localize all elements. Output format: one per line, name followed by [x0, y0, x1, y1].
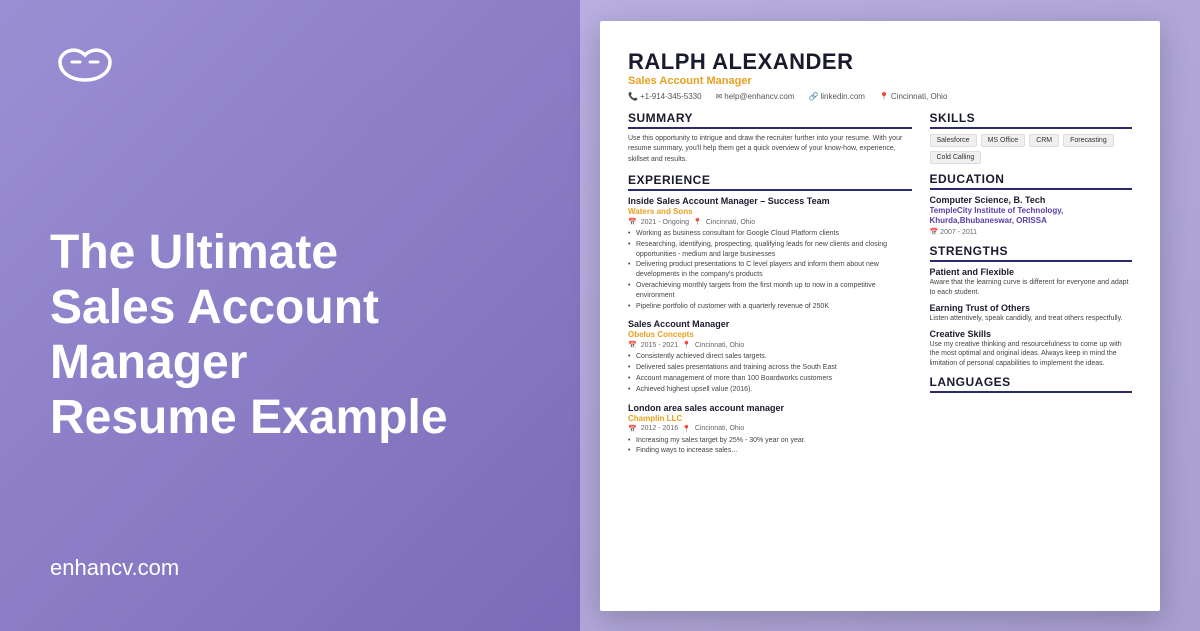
job-1: Inside Sales Account Manager – Success T…	[628, 196, 912, 311]
linkedin-icon: 🔗	[809, 92, 819, 101]
bullet: Delivered sales presentations and traini…	[628, 363, 912, 373]
location-icon: 📍	[879, 92, 889, 101]
linkedin: 🔗 linkedin.com	[809, 92, 865, 101]
resume-card: RALPH ALEXANDER Sales Account Manager 📞 …	[600, 21, 1160, 611]
edu-years: 📅 2007 - 2011	[930, 228, 1133, 236]
bullet: Achieved highest upsell value (2016).	[628, 385, 912, 395]
job-3-meta: 📅 2012 - 2016 📍 Cincinnati, Ohio	[628, 425, 912, 433]
strengths-section-title: STRENGTHS	[930, 244, 1133, 262]
job-2-bullets: Consistently achieved direct sales targe…	[628, 352, 912, 394]
job-2: Sales Account Manager Obelus Concepts 📅 …	[628, 319, 912, 394]
resume-body: SUMMARY Use this opportunity to intrigue…	[628, 111, 1132, 603]
strength-2-text: Listen attentively, speak candidly, and …	[930, 314, 1133, 324]
strength-3-title: Creative Skills	[930, 329, 1133, 339]
skill-tag: Forecasting	[1063, 134, 1114, 147]
resume-job-title: Sales Account Manager	[628, 75, 1132, 87]
job-1-company: Waters and Sons	[628, 207, 912, 216]
headline: The Ultimate Sales Account Manager Resum…	[50, 225, 530, 446]
email: ✉ help@enhancv.com	[716, 92, 795, 101]
headline-line4: Resume Example	[50, 390, 530, 445]
resume-header: RALPH ALEXANDER Sales Account Manager 📞 …	[628, 49, 1132, 101]
skills-section-title: SKILLS	[930, 111, 1133, 129]
right-panel: RALPH ALEXANDER Sales Account Manager 📞 …	[580, 0, 1200, 631]
bullet: Delivering product presentations to C le…	[628, 260, 912, 280]
location: 📍 Cincinnati, Ohio	[879, 92, 947, 101]
resume-name: RALPH ALEXANDER	[628, 49, 1132, 75]
phone-icon: 📞	[628, 92, 638, 101]
resume-left-column: SUMMARY Use this opportunity to intrigue…	[628, 111, 912, 603]
experience-section-title: EXPERIENCE	[628, 173, 912, 191]
edu-school: TempleCity Institute of Technology, Khur…	[930, 206, 1133, 227]
strength-1-title: Patient and Flexible	[930, 267, 1133, 277]
edu-degree: Computer Science, B. Tech	[930, 195, 1133, 205]
phone: 📞 +1-914-345-5330	[628, 92, 702, 101]
languages-section-title: LANGUAGES	[930, 375, 1133, 393]
bullet: Working as business consultant for Googl…	[628, 229, 912, 239]
left-panel: The Ultimate Sales Account Manager Resum…	[0, 0, 580, 631]
job-3: London area sales account manager Champl…	[628, 403, 912, 457]
job-3-bullets: Increasing my sales target by 25% - 30% …	[628, 436, 912, 457]
skills-grid: Salesforce MS Office CRM Forecasting Col…	[930, 134, 1133, 164]
calendar-icon: 📅	[628, 218, 637, 226]
summary-section-title: SUMMARY	[628, 111, 912, 129]
job-1-bullets: Working as business consultant for Googl…	[628, 229, 912, 311]
job-2-title: Sales Account Manager	[628, 319, 912, 329]
location-icon: 📍	[693, 218, 702, 226]
job-3-company: Champlin LLC	[628, 414, 912, 423]
bullet: Increasing my sales target by 25% - 30% …	[628, 436, 912, 446]
headline-line1: The Ultimate	[50, 225, 530, 280]
resume-contacts: 📞 +1-914-345-5330 ✉ help@enhancv.com 🔗 l…	[628, 92, 1132, 101]
bullet: Consistently achieved direct sales targe…	[628, 352, 912, 362]
strength-1-text: Aware that the learning curve is differe…	[930, 278, 1133, 298]
skill-tag: CRM	[1029, 134, 1059, 147]
bullet: Account management of more than 100 Boar…	[628, 374, 912, 384]
logo	[50, 40, 530, 90]
location-icon: 📍	[682, 425, 691, 433]
site-url: enhancv.com	[50, 555, 530, 591]
calendar-icon: 📅	[628, 341, 637, 349]
job-1-meta: 📅 2021 - Ongoing 📍 Cincinnati, Ohio	[628, 218, 912, 226]
job-2-company: Obelus Concepts	[628, 330, 912, 339]
email-icon: ✉	[716, 92, 723, 101]
bullet: Pipeline portfolio of customer with a qu…	[628, 302, 912, 312]
strength-2-title: Earning Trust of Others	[930, 303, 1133, 313]
strength-3-text: Use my creative thinking and resourceful…	[930, 340, 1133, 369]
resume-right-column: SKILLS Salesforce MS Office CRM Forecast…	[930, 111, 1133, 603]
bullet: Researching, identifying, prospecting, q…	[628, 240, 912, 260]
bullet: Finding ways to increase sales...	[628, 446, 912, 456]
job-2-meta: 📅 2015 - 2021 📍 Cincinnati, Ohio	[628, 341, 912, 349]
job-1-title: Inside Sales Account Manager – Success T…	[628, 196, 912, 206]
skill-tag: Salesforce	[930, 134, 977, 147]
job-3-title: London area sales account manager	[628, 403, 912, 413]
summary-text: Use this opportunity to intrigue and dra…	[628, 134, 912, 166]
calendar-icon: 📅	[628, 425, 637, 433]
headline-line2: Sales Account	[50, 280, 530, 335]
location-icon: 📍	[682, 341, 691, 349]
skill-tag: MS Office	[981, 134, 1026, 147]
education-section-title: EDUCATION	[930, 172, 1133, 190]
calendar-icon: 📅	[930, 229, 939, 236]
bullet: Overachieving monthly targets from the f…	[628, 281, 912, 301]
headline-line3: Manager	[50, 335, 530, 390]
skill-tag: Cold Calling	[930, 151, 982, 164]
